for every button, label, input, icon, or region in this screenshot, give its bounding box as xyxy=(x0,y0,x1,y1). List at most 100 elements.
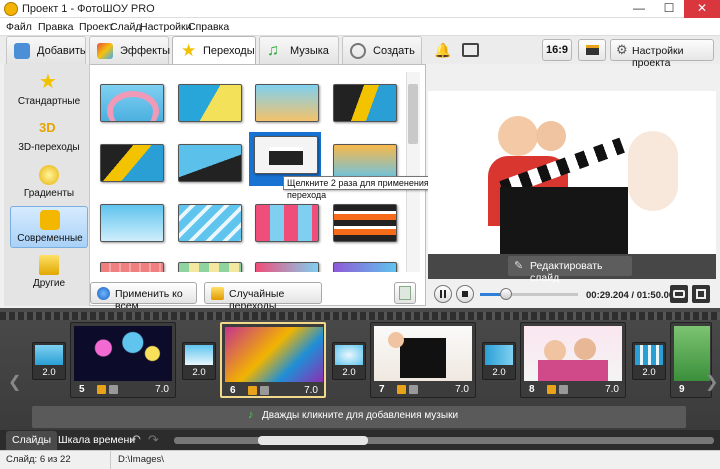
transition-cell[interactable]: 2.0 xyxy=(482,342,516,380)
sound-icon[interactable] xyxy=(409,385,418,394)
slide-duration: 7.0 xyxy=(455,384,469,395)
page-add-icon xyxy=(399,286,411,300)
transition-thumb[interactable] xyxy=(178,84,242,122)
main-toolbar: Добавить Эффекты ★ Переходы ♫ Музыка Соз… xyxy=(0,36,720,69)
category-3d[interactable]: 3D 3D-переходы xyxy=(10,116,88,158)
tab-create[interactable]: Создать xyxy=(342,36,422,64)
slide-item-selected[interactable]: 6 7.0 xyxy=(220,322,326,398)
slide-duration: 7.0 xyxy=(155,384,169,395)
transition-thumb-selected[interactable] xyxy=(254,136,318,174)
category-gradients[interactable]: Градиенты xyxy=(10,162,88,204)
slide-item[interactable]: 8 7.0 xyxy=(520,322,626,398)
category-other[interactable]: Другие xyxy=(10,252,88,294)
aspect-ratio-button[interactable]: 16:9 xyxy=(542,39,572,61)
transition-thumb[interactable] xyxy=(255,204,319,242)
transition-thumb[interactable] xyxy=(178,204,242,242)
minimize-button[interactable]: — xyxy=(624,0,654,18)
transition-thumb[interactable] xyxy=(333,84,397,122)
transition-cell[interactable]: 2.0 xyxy=(632,342,666,380)
timeline-scroll-thumb[interactable] xyxy=(258,436,368,445)
project-settings-button[interactable]: ⚙ Настройки проекта xyxy=(610,39,714,69)
tab-music[interactable]: ♫ Музыка xyxy=(259,36,339,64)
status-path: D:\Images\ xyxy=(118,454,164,465)
transition-thumb[interactable] xyxy=(255,84,319,122)
transition-thumb[interactable] xyxy=(100,204,164,242)
slide-item[interactable]: 7 7.0 xyxy=(370,322,476,398)
transition-thumb[interactable] xyxy=(255,262,319,272)
transition-cell[interactable]: 2.0 xyxy=(182,342,216,380)
category-modern[interactable]: Современные xyxy=(10,206,88,248)
slide-thumbnail xyxy=(74,326,172,381)
tab-transitions[interactable]: ★ Переходы xyxy=(172,36,256,64)
gallery-icon[interactable] xyxy=(462,43,479,57)
seek-knob[interactable] xyxy=(500,288,513,300)
background-button[interactable] xyxy=(578,39,606,61)
slide-number: 7 xyxy=(379,384,385,395)
chevron-left-icon[interactable]: ❮ xyxy=(8,372,21,392)
sound-icon[interactable] xyxy=(109,385,118,394)
edit-slide-button[interactable]: ✎ Редактировать слайд xyxy=(508,256,632,284)
menu-edit[interactable]: Правка xyxy=(38,21,73,33)
slide-number: 9 xyxy=(679,384,685,395)
tab-effects[interactable]: Эффекты xyxy=(89,36,170,64)
menu-settings[interactable]: Настройки xyxy=(140,21,192,33)
status-bar: Слайд: 6 из 22 D:\Images\ xyxy=(0,450,720,469)
transition-thumb[interactable] xyxy=(100,84,164,122)
gradient-icon xyxy=(39,165,59,185)
apply-all-button[interactable]: Применить ко всем xyxy=(90,282,197,312)
menu-slide[interactable]: Слайд xyxy=(110,21,142,33)
edit-icon[interactable] xyxy=(547,385,556,394)
edit-icon[interactable] xyxy=(397,385,406,394)
timeline-scrollbar[interactable] xyxy=(174,437,714,444)
slide-thumbnail xyxy=(374,326,472,381)
random-transitions-button[interactable]: Случайные переходы xyxy=(204,282,322,312)
add-transition-button[interactable] xyxy=(394,282,416,304)
menu-file[interactable]: Файл xyxy=(6,21,32,33)
sound-icon[interactable] xyxy=(559,385,568,394)
close-button[interactable]: ✕ xyxy=(684,0,720,18)
film-strip xyxy=(0,312,720,320)
photo-add-icon xyxy=(14,43,30,59)
transition-preview xyxy=(635,345,663,365)
tab-create-label: Создать xyxy=(373,45,415,57)
snapshot-button[interactable] xyxy=(670,285,688,303)
transition-thumb[interactable] xyxy=(100,144,164,182)
project-settings-label: Настройки проекта xyxy=(632,45,684,69)
transition-cell[interactable]: 2.0 xyxy=(32,342,66,380)
fullscreen-button[interactable] xyxy=(692,285,710,303)
edit-icon[interactable] xyxy=(248,386,257,395)
apply-icon xyxy=(97,287,110,300)
undo-icon[interactable]: ↶ xyxy=(130,432,141,448)
pause-icon xyxy=(440,290,442,298)
slide-item[interactable]: 5 7.0 xyxy=(70,322,176,398)
menu-help[interactable]: Справка xyxy=(188,21,229,33)
tab-add[interactable]: Добавить xyxy=(6,36,86,64)
redo-icon[interactable]: ↷ xyxy=(148,432,159,448)
slide-thumbnail xyxy=(524,326,622,381)
player-controls: 00:29.204 / 01:50.000 xyxy=(428,282,716,308)
transition-cell[interactable]: 2.0 xyxy=(332,342,366,380)
category-standard[interactable]: ★ Стандартные xyxy=(10,70,88,112)
maximize-button[interactable]: ☐ xyxy=(654,0,684,18)
menu-project[interactable]: Проект xyxy=(79,21,114,33)
stop-button[interactable] xyxy=(456,285,474,303)
transition-thumb[interactable] xyxy=(333,204,397,242)
star-icon: ★ xyxy=(181,41,197,60)
pause-button[interactable] xyxy=(434,285,452,303)
sound-icon[interactable] xyxy=(260,386,269,395)
transition-preview xyxy=(335,345,363,365)
transition-duration: 2.0 xyxy=(192,367,206,378)
transition-thumb[interactable] xyxy=(178,262,242,272)
transition-thumb[interactable] xyxy=(178,144,242,182)
edit-icon[interactable] xyxy=(97,385,106,394)
tab-slides[interactable]: Слайды xyxy=(6,431,58,450)
category-label: 3D-переходы xyxy=(18,142,80,153)
transition-thumb[interactable] xyxy=(100,262,164,272)
chevron-right-icon[interactable]: ❯ xyxy=(705,372,718,392)
slide-thumbnail xyxy=(225,327,323,382)
category-label: Градиенты xyxy=(23,188,75,199)
bell-icon[interactable]: 🔔 xyxy=(434,42,451,59)
grid-scroll-thumb[interactable] xyxy=(408,84,418,144)
tab-timeline[interactable]: Шкала времени xyxy=(52,431,141,450)
transition-thumb[interactable] xyxy=(333,262,397,272)
